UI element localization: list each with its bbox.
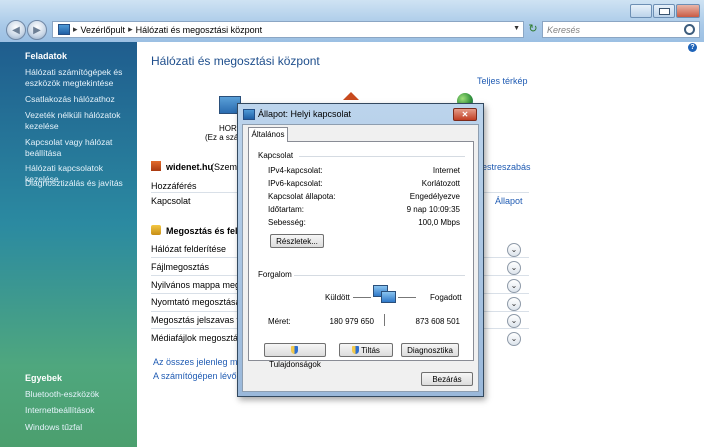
ipv6-value: Korlátozott — [421, 179, 460, 188]
search-input[interactable]: Keresés — [542, 21, 700, 38]
general-tab-panel: Kapcsolat IPv4-kapcsolat: Internet IPv6-… — [248, 141, 474, 369]
sidebar-item-connect[interactable]: Csatlakozás hálózathoz — [25, 94, 133, 105]
tab-general[interactable]: Általános — [248, 127, 288, 142]
sent-dash — [353, 297, 371, 298]
ipv4-label: IPv4-kapcsolat: — [268, 166, 323, 175]
sidebar-item-bluetooth[interactable]: Bluetooth-eszközök — [25, 389, 133, 400]
dialog-title: Állapot: Helyi kapcsolat — [258, 109, 352, 119]
received-dash — [398, 297, 416, 298]
expand-chevron-icon[interactable]: ⌄ — [507, 332, 521, 346]
properties-button[interactable]: Tulajdonságok — [264, 343, 326, 369]
sidebar-item-diagnose[interactable]: Diagnosztizálás és javítás — [25, 178, 133, 189]
map-node-name: HORI — [219, 124, 239, 133]
status-link[interactable]: Állapot — [495, 196, 523, 206]
search-placeholder: Keresés — [547, 25, 581, 35]
customize-link[interactable]: estreszabás — [482, 162, 531, 172]
ipv6-label: IPv6-kapcsolat: — [268, 179, 323, 188]
minimize-button[interactable] — [630, 4, 652, 18]
disable-button-label: Tiltás — [361, 346, 380, 355]
expand-chevron-icon[interactable]: ⌄ — [507, 314, 521, 328]
shared-files-link[interactable]: Az összes jelenleg megi — [153, 357, 250, 367]
network-house-icon — [151, 161, 161, 171]
properties-button-label: Tulajdonságok — [269, 360, 321, 369]
network-adapter-icon — [243, 109, 255, 120]
sidebar-item-setup-connection[interactable]: Kapcsolat vagy hálózat beállítása — [25, 137, 133, 159]
forward-arrow-icon: ▶ — [33, 24, 41, 36]
network-name: widenet.hu — [166, 162, 213, 172]
group-divider — [299, 156, 465, 157]
sidebar-item-view-computers[interactable]: Hálózati számítógépek és eszközök megtek… — [25, 67, 133, 89]
breadcrumb-network-center[interactable]: Hálózati és megosztási központ — [136, 25, 263, 35]
search-icon[interactable] — [684, 24, 695, 35]
activity-group-label: Forgalom — [258, 270, 292, 279]
full-map-link[interactable]: Teljes térkép — [477, 76, 528, 86]
network-activity-icon — [373, 285, 396, 303]
expand-chevron-icon[interactable]: ⌄ — [507, 261, 521, 275]
sidebar-tasks-header: Feladatok — [25, 51, 68, 61]
refresh-icon[interactable]: ↻ — [526, 22, 540, 36]
duration-label: Időtartam: — [268, 205, 305, 214]
control-panel-icon — [58, 24, 70, 35]
sidebar-item-internet-options[interactable]: Internetbeállítások — [25, 405, 133, 416]
received-label: Fogadott — [430, 293, 462, 302]
window-controls — [630, 4, 700, 18]
address-bar[interactable]: ▸ Vezérlőpult ▸ Hálózati és megosztási k… — [52, 21, 524, 38]
speed-label: Sebesség: — [268, 218, 306, 227]
shield-icon — [352, 346, 360, 354]
expand-chevron-icon[interactable]: ⌄ — [507, 297, 521, 311]
received-bytes-value: 873 608 501 — [415, 317, 461, 326]
group-divider — [294, 275, 465, 276]
duration-value: 9 nap 10:09:35 — [406, 205, 460, 214]
maximize-button[interactable] — [653, 4, 675, 18]
sent-bytes-value: 180 979 650 — [329, 317, 375, 326]
back-arrow-icon: ◀ — [12, 24, 20, 36]
diagnose-button[interactable]: Diagnosztika — [401, 343, 459, 357]
forward-button[interactable]: ▶ — [27, 20, 47, 40]
details-button[interactable]: Részletek... — [270, 234, 324, 248]
sidebar-item-firewall[interactable]: Windows tűzfal — [25, 422, 133, 433]
help-icon[interactable]: ? — [688, 43, 697, 52]
maximize-icon — [659, 8, 670, 15]
sidebar-item-wireless[interactable]: Vezeték nélküli hálózatok kezelése — [25, 110, 133, 132]
ipv4-value: Internet — [432, 166, 460, 175]
back-button[interactable]: ◀ — [6, 20, 26, 40]
page-title: Hálózati és megosztási központ — [151, 54, 320, 68]
dialog-close-button[interactable]: ✕ — [453, 108, 477, 121]
address-dropdown-icon[interactable]: ▼ — [513, 25, 520, 32]
expand-chevron-icon[interactable]: ⌄ — [507, 243, 521, 257]
breadcrumb-chevron-icon: ▸ — [73, 24, 78, 34]
shield-icon — [290, 346, 298, 354]
network-house-icon — [343, 92, 359, 100]
size-label: Méret: — [268, 317, 291, 326]
breadcrumb-control-panel[interactable]: Vezérlőpult — [81, 25, 126, 35]
close-window-button[interactable] — [676, 4, 700, 18]
sent-label: Küldött — [325, 293, 350, 302]
connection-group-label: Kapcsolat — [258, 151, 294, 160]
sidebar-other-header: Egyebek — [25, 373, 63, 383]
dialog-body: Általános Kapcsolat IPv4-kapcsolat: Inte… — [242, 124, 479, 392]
media-state-label: Kapcsolat állapota: — [268, 192, 336, 201]
breadcrumb-chevron-icon: ▸ — [128, 24, 133, 34]
disable-button[interactable]: Tiltás — [339, 343, 393, 357]
speed-value: 100,0 Mbps — [418, 218, 460, 227]
size-divider — [384, 314, 385, 326]
status-dialog: Állapot: Helyi kapcsolat ✕ Általános Kap… — [237, 103, 484, 397]
sharing-icon — [151, 225, 161, 235]
close-dialog-button[interactable]: Bezárás — [421, 372, 473, 386]
media-state-value: Engedélyezve — [409, 192, 460, 201]
expand-chevron-icon[interactable]: ⌄ — [507, 279, 521, 293]
